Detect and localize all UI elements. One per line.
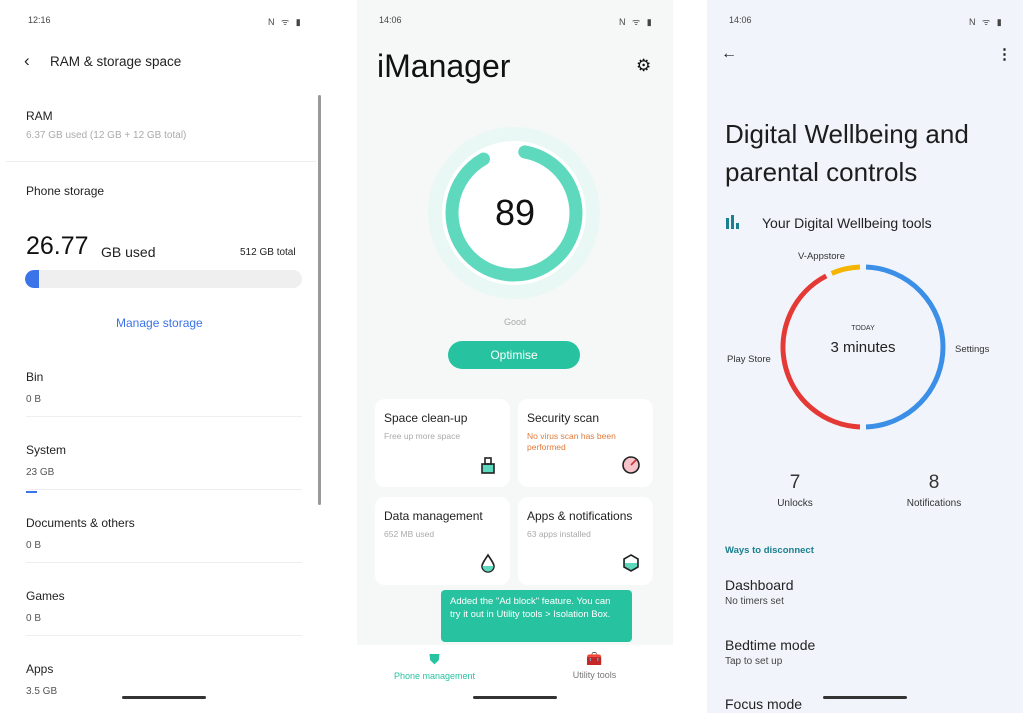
bottom-nav: ⛊ Phone management 🧰 Utility tools <box>357 645 673 713</box>
category-label: System <box>26 443 67 457</box>
home-indicator[interactable] <box>473 696 557 699</box>
bedtime-mode-item[interactable]: Bedtime mode Tap to set up <box>725 637 815 667</box>
score-value: 89 <box>494 192 536 233</box>
ram-label: RAM <box>26 109 53 123</box>
section-header: Ways to disconnect <box>725 545 814 556</box>
notifications-stat: 8 Notifications <box>894 472 974 509</box>
status-time: 14:06 <box>729 15 752 25</box>
legend-play-store: Play Store <box>727 354 771 365</box>
category-size: 0 B <box>26 613 42 624</box>
ram-storage-screen: 12:16 N ᯤ ▮ ‹ RAM & storage space RAM 6.… <box>0 0 322 713</box>
gauge-icon <box>621 455 641 475</box>
card-subtitle: Free up more space <box>384 431 461 441</box>
storage-total: 512 GB total <box>240 247 296 258</box>
card-subtitle: 652 MB used <box>384 529 435 539</box>
bar-chart-icon <box>726 215 742 229</box>
ad-block-tooltip: Added the "Ad block" feature. You can tr… <box>441 590 632 642</box>
feature-card[interactable]: Space clean-up Free up more space <box>375 399 510 487</box>
notifications-value: 8 <box>928 472 940 493</box>
feature-card[interactable]: Security scan No virus scan has been per… <box>518 399 653 487</box>
scrollbar[interactable] <box>318 95 321 505</box>
more-options-icon[interactable]: ⋮ <box>997 45 1012 63</box>
feature-card[interactable]: Apps & notifications 63 apps installed <box>518 497 653 585</box>
card-title: Apps & notifications <box>527 509 633 523</box>
dashboard-item[interactable]: Dashboard No timers set <box>725 577 794 607</box>
toolbox-icon: 🧰 <box>586 651 603 666</box>
category-size: 23 GB <box>26 467 55 478</box>
divider <box>26 635 302 636</box>
status-time: 14:06 <box>379 15 402 25</box>
storage-category-row[interactable]: Documents & others 0 B <box>26 516 302 576</box>
storage-category-row[interactable]: System 23 GB <box>26 443 302 503</box>
notifications-label: Notifications <box>906 498 962 509</box>
item-title: Bedtime mode <box>725 637 816 653</box>
storage-category-row[interactable]: Bin 0 B <box>26 370 302 430</box>
divider <box>26 489 302 490</box>
unlocks-label: Unlocks <box>777 498 813 509</box>
storage-category-row[interactable]: Apps 3.5 GB <box>26 662 302 713</box>
optimise-button[interactable]: Optimise <box>448 341 580 369</box>
score-label: Good <box>503 317 527 327</box>
drop-icon <box>478 553 498 573</box>
storage-bar-fill <box>25 270 40 288</box>
divider <box>26 562 302 563</box>
item-title: Dashboard <box>725 577 794 593</box>
category-usage-bar <box>26 491 37 493</box>
storage-category-row[interactable]: Games 0 B <box>26 589 302 649</box>
nav-phone-management[interactable]: ⛊ Phone management <box>377 651 492 681</box>
storage-bar <box>25 270 302 288</box>
feature-card[interactable]: Data management 652 MB used <box>375 497 510 585</box>
app-title: iManager <box>377 48 511 84</box>
brush-icon <box>478 455 498 475</box>
nav-utility-tools[interactable]: 🧰 Utility tools <box>537 651 652 680</box>
settings-gear-icon[interactable]: ⚙ <box>636 56 651 76</box>
category-size: 0 B <box>26 394 42 405</box>
unlocks-value: 7 <box>789 472 801 493</box>
status-icons: N ᯤ ▮ <box>268 17 303 27</box>
item-sub: No timers set <box>725 596 784 607</box>
divider <box>26 416 302 417</box>
legend-settings: Settings <box>955 344 990 355</box>
nav-label: Utility tools <box>572 670 617 680</box>
card-title: Space clean-up <box>384 411 468 425</box>
focus-mode-item[interactable]: Focus mode <box>725 696 802 712</box>
card-subtitle: No virus scan has been performed <box>527 431 616 452</box>
ram-detail: 6.37 GB used (12 GB + 12 GB total) <box>26 130 187 141</box>
shield-icon: ⛊ <box>429 651 440 667</box>
category-size: 0 B <box>26 540 42 551</box>
page-title: RAM & storage space <box>50 54 182 69</box>
home-indicator[interactable] <box>823 696 907 699</box>
manage-storage-link[interactable]: Manage storage <box>116 316 203 330</box>
category-label: Documents & others <box>26 516 135 530</box>
back-icon[interactable]: ‹ <box>24 51 30 71</box>
category-label: Apps <box>26 662 54 676</box>
imanager-screen: 14:06 N ᯤ ▮ iManager ⚙ 89 Good Optimise … <box>357 0 673 713</box>
home-indicator[interactable] <box>122 696 206 699</box>
donut-segment-v-appstore[interactable] <box>830 264 861 276</box>
donut-today-label: TODAY <box>851 325 875 332</box>
category-label: Bin <box>26 370 44 384</box>
category-label: Games <box>26 589 65 603</box>
storage-used-value: 26.77 <box>26 232 89 260</box>
phone-storage-label: Phone storage <box>26 184 105 198</box>
item-sub: Tap to set up <box>725 656 783 667</box>
nav-label: Phone management <box>393 671 476 681</box>
page-title: Digital Wellbeing and parental controls <box>725 119 969 187</box>
storage-used-unit: GB used <box>101 244 156 260</box>
donut-total-time: 3 minutes <box>830 339 896 356</box>
divider <box>6 161 316 162</box>
status-time: 12:16 <box>28 15 51 25</box>
digital-wellbeing-screen: 14:06 N ᯤ ▮ ← ⋮ Digital Wellbeing and pa… <box>707 0 1023 713</box>
card-subtitle: 63 apps installed <box>527 529 591 539</box>
legend-v-appstore: V-Appstore <box>798 251 845 262</box>
card-title: Security scan <box>527 411 600 425</box>
card-title: Data management <box>384 509 483 523</box>
unlocks-stat: 7 Unlocks <box>755 472 835 509</box>
status-icons: N ᯤ ▮ <box>619 17 654 27</box>
back-arrow-icon[interactable]: ← <box>721 45 737 63</box>
status-icons: N ᯤ ▮ <box>969 17 1004 27</box>
hexagon-icon <box>621 553 641 573</box>
tools-header: Your Digital Wellbeing tools <box>762 215 932 231</box>
